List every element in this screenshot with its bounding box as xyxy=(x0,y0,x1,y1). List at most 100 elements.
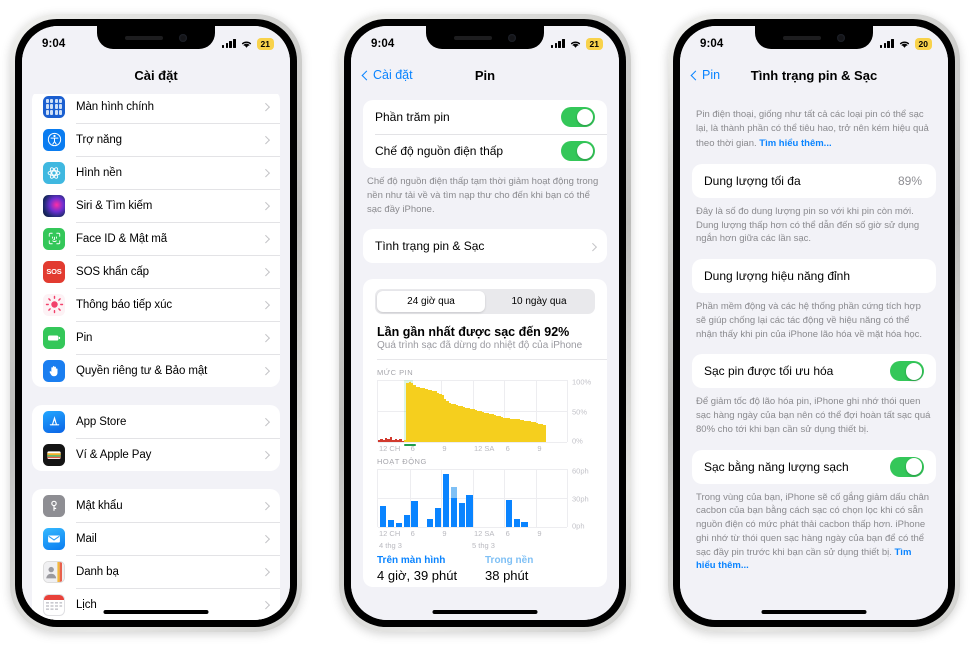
back-button[interactable]: Pin xyxy=(690,68,720,82)
activity-bar xyxy=(442,469,450,528)
optimized-charging-toggle[interactable] xyxy=(890,361,924,382)
legend-background[interactable]: Trong nền 38 phút xyxy=(485,555,593,583)
faceid-icon xyxy=(43,227,65,250)
earpiece-speaker xyxy=(454,35,492,40)
sos-icon: SOS xyxy=(43,260,65,283)
segment-last-24h[interactable]: 24 giờ qua xyxy=(377,291,485,313)
activity-legend: Trên màn hình 4 giờ, 39 phút Trong nền 3… xyxy=(363,551,607,583)
last-charge-title: Lần gần nhất được sạc đến 92% xyxy=(377,325,570,340)
row-label: Chế độ nguồn điện thấp xyxy=(375,144,504,158)
status-indicators: 21 xyxy=(221,38,274,50)
battery-level-plot xyxy=(377,380,568,447)
battery-scroll[interactable]: Phần trăm pin Chế độ nguồn điện thấp Chế… xyxy=(351,94,619,620)
activity-bar xyxy=(435,469,442,528)
home-indicator[interactable] xyxy=(103,610,209,614)
sidebar-item-accessibility[interactable]: Trợ năng xyxy=(32,123,280,156)
sidebar-item-wallpaper[interactable]: Hình nền xyxy=(32,156,280,189)
chevron-left-icon xyxy=(361,70,372,80)
three-phone-screenshot: 9:04 21 Cài đặt Màn hình chính Trợ năng … xyxy=(0,0,970,646)
activity-y-axis: 60ph 30ph 0ph xyxy=(567,466,597,531)
accessibility-icon xyxy=(43,128,65,151)
settings-group-2: App Store Ví & Apple Pay xyxy=(32,405,280,471)
activity-bar xyxy=(521,469,528,528)
sidebar-item-battery[interactable]: Pin xyxy=(32,321,280,354)
sidebar-item-face-id[interactable]: Face ID & Mật mã xyxy=(32,222,280,255)
x-tick: 6 xyxy=(505,444,510,454)
activity-bar xyxy=(490,469,496,527)
row-label: Dung lượng tối đa xyxy=(704,173,801,188)
contacts-icon xyxy=(43,560,65,583)
sidebar-item-emergency-sos[interactable]: SOS SOS khẩn cấp xyxy=(32,255,280,288)
settings-scroll-list[interactable]: Màn hình chính Trợ năng Hình nền Siri & … xyxy=(22,94,290,620)
legend-value: 4 giờ, 39 phút xyxy=(377,568,458,584)
battery-percentage-toggle[interactable] xyxy=(561,107,595,127)
activity-bar-screen-seg xyxy=(442,474,450,528)
activity-bar xyxy=(545,469,551,527)
row-label: Sạc pin được tối ưu hóa xyxy=(704,364,834,379)
clean-energy-charging-toggle[interactable] xyxy=(890,456,924,477)
row-max-capacity[interactable]: Dung lượng tối đa 89% xyxy=(692,164,936,198)
activity-bar xyxy=(482,469,488,527)
time-range-segmented-control[interactable]: 24 giờ qua 10 ngày qua xyxy=(375,289,595,315)
sidebar-item-privacy-security[interactable]: Quyền riêng tư & Bảo mật xyxy=(32,354,280,387)
activity-bar-screen-seg xyxy=(387,519,395,528)
phone-bezel: 9:04 21 Cài đặt xyxy=(15,19,297,627)
y-tick: 60ph xyxy=(572,466,589,476)
legend-label: Trong nền xyxy=(485,555,534,567)
legend-screen-on[interactable]: Trên màn hình 4 giờ, 39 phút xyxy=(377,555,485,583)
activity-bar-screen-seg xyxy=(403,514,410,528)
sidebar-item-siri-search[interactable]: Siri & Tìm kiếm xyxy=(32,189,280,222)
phone-bezel: 9:04 21 Cài đặt xyxy=(344,19,626,627)
activity-bar xyxy=(513,469,520,528)
sidebar-item-home-screen[interactable]: Màn hình chính xyxy=(32,94,280,123)
chevron-right-icon xyxy=(261,267,270,276)
sidebar-item-contacts[interactable]: Danh bạ xyxy=(32,555,280,588)
phone-bezel: 9:04 20 Pin Tình trạng pin & Sạc Pin điệ… xyxy=(673,19,955,627)
max-capacity-value: 89% xyxy=(897,173,922,188)
low-power-mode-toggle[interactable] xyxy=(561,141,595,161)
max-capacity-card: Dung lượng tối đa 89% xyxy=(692,163,936,198)
battery-health-scroll[interactable]: Pin điện thoại, giống như tất cả các loạ… xyxy=(680,94,948,620)
chevron-right-icon xyxy=(261,333,270,342)
row-label: Thông báo tiếp xúc xyxy=(76,298,173,311)
notch xyxy=(97,26,215,49)
activity-bar xyxy=(498,469,504,527)
row-battery-health[interactable]: Tình trạng pin & Sạc xyxy=(363,229,607,263)
activity-bar xyxy=(411,469,418,528)
chevron-right-icon xyxy=(261,567,270,576)
row-label: Sạc bằng năng lượng sạch xyxy=(704,459,849,474)
status-clock: 9:04 xyxy=(700,38,724,50)
battery-percent-badge: 21 xyxy=(585,38,603,50)
row-label: Tình trạng pin & Sạc xyxy=(375,239,485,254)
activity-bar xyxy=(380,469,387,528)
row-label: Dung lượng hiệu năng đỉnh xyxy=(704,269,851,284)
back-button[interactable]: Cài đặt xyxy=(361,68,413,82)
activity-chart-title: HOẠT ĐỘNG xyxy=(377,457,427,467)
sidebar-item-calendar[interactable]: Lịch xyxy=(32,588,280,620)
app-store-icon xyxy=(43,410,65,433)
row-clean-energy-charging[interactable]: Sạc bằng năng lượng sạch xyxy=(692,450,936,484)
calendar-icon xyxy=(43,593,65,616)
sidebar-item-mail[interactable]: Mail xyxy=(32,522,280,555)
row-label: Lịch xyxy=(76,598,97,611)
sidebar-item-app-store[interactable]: App Store xyxy=(32,405,280,438)
segment-last-10-days[interactable]: 10 ngày qua xyxy=(485,291,593,312)
row-optimized-charging[interactable]: Sạc pin được tối ưu hóa xyxy=(692,354,936,388)
nav-bar: Cài đặt Pin xyxy=(351,56,619,94)
exposure-notification-icon xyxy=(43,293,65,316)
activity-bar xyxy=(466,469,473,528)
notch xyxy=(426,26,544,49)
home-indicator[interactable] xyxy=(432,610,538,614)
chevron-right-icon xyxy=(261,168,270,177)
activity-bars xyxy=(378,469,567,528)
date-label: 5 thg 3 xyxy=(472,541,495,551)
sidebar-item-passwords[interactable]: Mật khẩu xyxy=(32,489,280,522)
sidebar-item-exposure-notifications[interactable]: Thông báo tiếp xúc xyxy=(32,288,280,321)
row-peak-performance[interactable]: Dung lượng hiệu năng đỉnh xyxy=(692,259,936,293)
row-battery-percentage[interactable]: Phần trăm pin xyxy=(363,100,607,134)
home-indicator[interactable] xyxy=(761,610,867,614)
sidebar-item-wallet-apple-pay[interactable]: Ví & Apple Pay xyxy=(32,438,280,471)
learn-more-link[interactable]: Tìm hiểu thêm... xyxy=(759,138,831,149)
row-low-power-mode[interactable]: Chế độ nguồn điện thấp xyxy=(363,134,607,168)
chevron-right-icon xyxy=(261,417,270,426)
